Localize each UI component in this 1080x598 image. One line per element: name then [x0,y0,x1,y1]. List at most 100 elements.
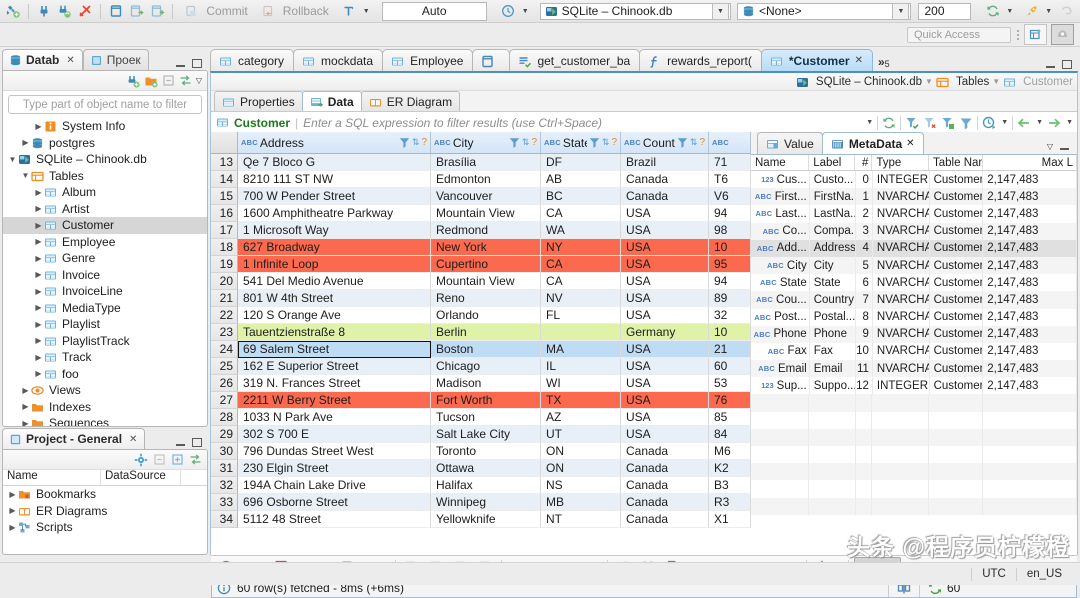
close-icon[interactable]: ✕ [855,55,863,66]
rollback-button[interactable]: Rollback [256,2,334,20]
view-menu-icon[interactable]: ▽ [196,76,202,85]
metadata-row[interactable]: ABCCou...Country7NVARCHARCustomer2,147,4… [751,291,1077,308]
tree-expander[interactable]: ▶ [20,138,31,147]
grid-cell[interactable]: MA [541,341,621,358]
grid-cell[interactable]: Reno [431,290,541,307]
tree-expander[interactable]: ▶ [33,353,44,362]
connect-icon[interactable] [35,2,53,20]
metadata-row[interactable]: ABCFirst...FirstNa...1NVARCHARCustomer2,… [751,188,1077,205]
grid-cell[interactable]: USA [621,358,709,375]
editor-tab-customer[interactable]: *Customer✕ [761,49,873,71]
grid-cell[interactable]: Halifax [431,477,541,494]
metadata-table-name[interactable]: Customer [930,291,984,308]
grid-cell[interactable]: Canada [621,188,709,205]
metadata-label[interactable]: Address [810,240,856,257]
metadata-max-length[interactable]: 2,147,483 [983,171,1077,188]
metadata-name[interactable]: ABCFirst... [751,188,810,205]
metadata-name[interactable]: ABCPhone [751,326,810,343]
metadata-type[interactable]: NVARCHAR [873,188,930,205]
grid-cell[interactable]: 162 E Superior Street [238,358,431,375]
chevron-down-icon[interactable]: ▼ [1001,119,1008,126]
run-button[interactable]: ▼ [1019,2,1055,20]
column-sort-icon[interactable]: ⇅ [522,137,530,148]
grid-cell[interactable]: Ottawa [431,460,541,477]
grid-cell[interactable]: USA [621,205,709,222]
grid-cell[interactable]: 21 [709,341,751,358]
grid-cell[interactable]: 95 [709,256,751,273]
grid-cell[interactable]: 2211 W Berry Street [238,392,431,409]
metadata-row[interactable]: ABCFaxFax10NVARCHARCustomer2,147,483 [751,343,1077,360]
metadata-name[interactable]: ABCEmail [751,360,810,377]
metadata-index[interactable]: 9 [856,326,873,343]
reconnect-icon[interactable] [56,2,74,20]
nav-tree-item-postgres[interactable]: ▶postgres [3,135,207,152]
row-number[interactable]: 31 [211,460,238,477]
metadata-max-length[interactable]: 2,147,483 [983,291,1077,308]
metadata-type[interactable]: INTEGER [873,377,930,394]
table-row[interactable]: 191 Infinite LoopCupertinoCAUSA95 [211,256,751,273]
row-number[interactable]: 19 [211,256,238,273]
table-row[interactable]: 272211 W Berry StreetFort WorthTXUSA76 [211,392,751,409]
grid-cell[interactable]: TX [541,392,621,409]
metadata-type[interactable]: NVARCHAR [873,240,930,257]
metadata-row[interactable]: ABCPost...Postal...8NVARCHARCustomer2,14… [751,309,1077,326]
grid-cell[interactable]: Mountain View [431,273,541,290]
grid-cell[interactable]: 1 Infinite Loop [238,256,431,273]
grid-cell[interactable]: DF [541,154,621,171]
tree-expander[interactable]: ▶ [7,490,18,499]
table-row[interactable]: 2469 Salem StreetBostonMAUSA21 [211,341,751,358]
minimize-icon[interactable] [1060,142,1070,151]
grid-cell[interactable]: CA [541,273,621,290]
collapse-all-icon[interactable] [162,74,175,87]
grid-cell[interactable]: 94 [709,205,751,222]
metadata-label[interactable]: Suppo... [810,377,856,394]
collapse-all-icon[interactable] [153,453,166,466]
nav-tree-item-album[interactable]: ▶Album [3,184,207,201]
grid-cell[interactable]: T6 [709,171,751,188]
connection-dropdown-arrow[interactable]: ▼ [712,3,729,20]
grid-cell[interactable]: 1033 N Park Ave [238,409,431,426]
grid-cell[interactable]: WA [541,222,621,239]
row-number[interactable]: 17 [211,222,238,239]
transaction-mode-button[interactable]: ▼ [337,2,373,20]
metadata-table-name[interactable]: Customer [930,360,984,377]
link-with-editor-icon[interactable] [179,74,192,87]
metadata-name[interactable]: ABCFax [751,343,810,360]
column-help-icon[interactable]: ? [699,137,705,148]
tree-expander[interactable]: ▶ [33,369,44,378]
metadata-label[interactable]: Compa... [810,223,856,240]
grid-cell[interactable]: 84 [709,426,751,443]
metadata-index[interactable]: 6 [856,274,873,291]
metadata-type[interactable]: INTEGER [873,171,930,188]
metadata-name[interactable]: ABCPost... [751,309,810,326]
metadata-table-name[interactable]: Customer [930,240,984,257]
navigate-forward-icon[interactable] [1047,116,1061,130]
tree-expander[interactable]: ▶ [33,204,44,213]
grid-cell[interactable]: USA [621,409,709,426]
breadcrumb-item-sqlite-chinook-db[interactable]: SQLite – Chinook.db [796,76,922,88]
column-help-icon[interactable]: ? [531,137,537,148]
connect-toolbar-icon[interactable] [126,74,140,88]
refresh-results-icon[interactable] [882,116,896,130]
grid-cell[interactable]: AZ [541,409,621,426]
navigator-filter-input[interactable]: Type part of object name to filter [8,95,202,114]
grid-cell[interactable]: NS [541,477,621,494]
fetch-size-input[interactable]: 200 [918,3,971,20]
tab-projects[interactable]: Проек [83,49,149,70]
toolbar-drag-handle[interactable] [1015,27,1020,43]
table-row[interactable]: 161600 Amphitheatre ParkwayMountain View… [211,205,751,222]
nav-tree-item-sqlite-chinook-db[interactable]: ▼SQLite – Chinook.db [3,151,207,168]
grid-cell[interactable]: 120 S Orange Ave [238,307,431,324]
metadata-name[interactable]: ABCAdd... [751,240,810,257]
remove-filter-icon[interactable] [923,116,937,130]
grid-cell[interactable]: Canada [621,494,709,511]
metadata-table-name[interactable]: Customer [930,274,984,291]
metadata-label[interactable]: FirstNa... [810,188,856,205]
table-row[interactable]: 20541 Del Medio AvenueMountain ViewCAUSA… [211,273,751,290]
metadata-max-length[interactable]: 2,147,483 [983,188,1077,205]
row-number[interactable]: 29 [211,426,238,443]
grid-cell[interactable]: 5112 48 Street [238,511,431,528]
nav-tree-item-sequences[interactable]: ▶Sequences [3,415,207,427]
filter-settings-icon[interactable] [959,116,973,130]
tree-expander[interactable]: ▶ [33,254,44,263]
